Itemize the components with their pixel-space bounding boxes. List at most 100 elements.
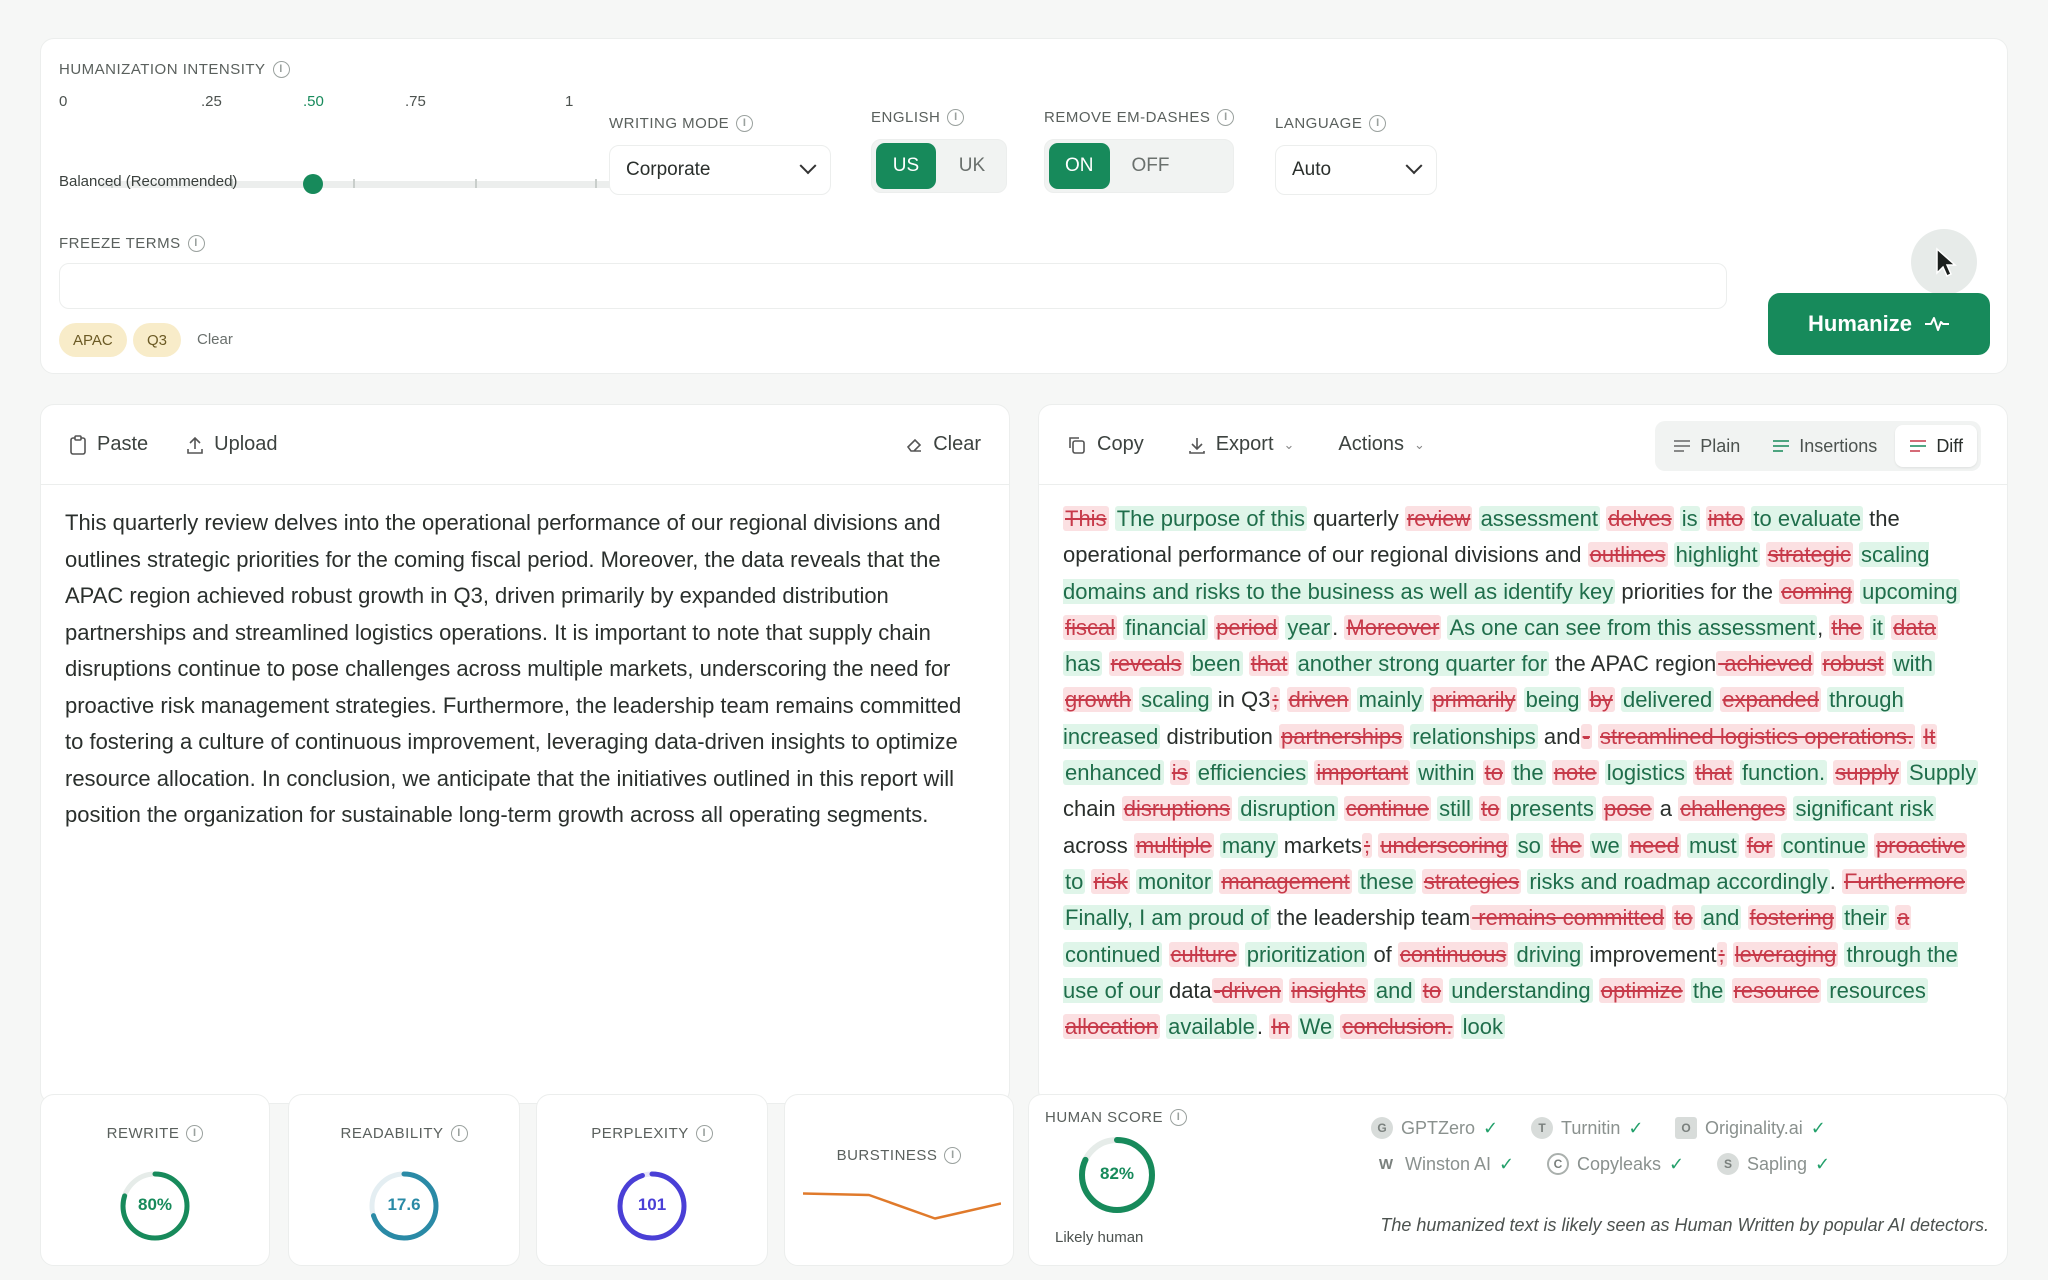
inserted-text: being <box>1523 687 1582 713</box>
perplexity-ring: 101 <box>615 1169 689 1243</box>
tab-diff[interactable]: Diff <box>1895 425 1977 467</box>
detector-copyleaks: C Copyleaks ✓ <box>1547 1153 1684 1175</box>
deleted-text: disruptions <box>1121 796 1233 822</box>
freeze-terms-input[interactable] <box>59 263 1727 309</box>
inserted-text: efficiencies <box>1195 760 1309 786</box>
inserted-text: disruption <box>1238 796 1338 822</box>
tab-plain[interactable]: Plain <box>1659 425 1754 467</box>
info-icon[interactable]: i <box>1369 115 1387 132</box>
clear-input-button[interactable]: Clear <box>905 433 981 456</box>
tab-insertions[interactable]: Insertions <box>1758 425 1891 467</box>
info-icon[interactable]: i <box>695 1125 713 1142</box>
deleted-text: is <box>1169 760 1190 786</box>
info-icon[interactable]: i <box>947 109 965 126</box>
language-select[interactable]: Auto <box>1275 145 1437 195</box>
inserted-text: must <box>1687 832 1739 858</box>
deleted-text: delves <box>1606 506 1674 531</box>
deleted-text: culture <box>1168 941 1239 967</box>
deleted-text: supply <box>1833 760 1901 786</box>
inserted-text: and <box>1700 905 1742 931</box>
detector-originality: O Originality.ai ✓ <box>1675 1117 1826 1139</box>
paste-label: Paste <box>97 433 149 455</box>
info-icon[interactable]: i <box>1217 109 1235 126</box>
deleted-text: risk <box>1091 868 1130 894</box>
info-icon[interactable]: i <box>736 115 754 132</box>
deleted-text: by <box>1587 687 1615 713</box>
actions-dropdown[interactable]: Actions ⌄ <box>1338 433 1425 456</box>
language-label: LANGUAGE i <box>1275 115 1387 132</box>
export-dropdown[interactable]: Export ⌄ <box>1188 433 1294 456</box>
rewrite-value: 80% <box>137 1195 173 1214</box>
inserted-text: driving <box>1514 941 1584 967</box>
writing-mode-select[interactable]: Corporate <box>609 145 831 195</box>
check-icon: ✓ <box>1810 1117 1826 1138</box>
perplexity-stat-card: PERPLEXITY i 101 <box>536 1094 768 1266</box>
inserted-text: continue <box>1780 832 1868 858</box>
copy-button[interactable]: Copy <box>1067 433 1144 456</box>
output-diff-text[interactable]: This The purpose of this quarterly revie… <box>1039 485 2007 1061</box>
check-icon: ✓ <box>1499 1153 1515 1174</box>
writing-mode-label-text: WRITING MODE <box>609 115 730 132</box>
inserted-text: within <box>1416 760 1477 786</box>
deleted-text: In <box>1269 1014 1292 1040</box>
emdash-option-on[interactable]: ON <box>1049 143 1110 189</box>
english-option-uk[interactable]: UK <box>942 143 1002 189</box>
deleted-text: multiple <box>1133 832 1214 858</box>
deleted-text: continuous <box>1397 941 1509 967</box>
freeze-chip[interactable]: APAC <box>59 323 127 357</box>
language-value: Auto <box>1292 159 1332 180</box>
inserted-text: many <box>1219 832 1278 858</box>
detector-sapling: S Sapling ✓ <box>1717 1153 1830 1175</box>
freeze-chip[interactable]: Q3 <box>133 323 182 357</box>
tick-label: 1 <box>565 93 574 110</box>
deleted-text: into <box>1705 506 1746 531</box>
detector-name: Originality.ai <box>1705 1117 1803 1138</box>
human-score-label: HUMAN SCORE i <box>1045 1109 1188 1126</box>
deleted-text: pose <box>1601 796 1654 822</box>
copy-icon <box>1069 436 1085 454</box>
deleted-text: expanded <box>1720 687 1822 713</box>
burstiness-sparkline <box>803 1192 1001 1220</box>
freeze-label-text: FREEZE TERMS <box>59 235 181 252</box>
deleted-text: streamlined logistics operations. <box>1598 723 1916 749</box>
check-icon: ✓ <box>1815 1153 1831 1174</box>
writing-mode-label: WRITING MODE i <box>609 115 754 132</box>
deleted-text: insights <box>1289 977 1368 1003</box>
freeze-clear-link[interactable]: Clear <box>197 331 233 348</box>
input-panel: Paste Upload Clear This quarterly review… <box>40 404 1010 1104</box>
deleted-text: that <box>1693 760 1734 786</box>
inserted-text: continued <box>1063 941 1163 967</box>
inserted-text: has <box>1063 651 1103 677</box>
upload-button[interactable]: Upload <box>186 433 278 456</box>
check-icon: ✓ <box>1483 1117 1499 1138</box>
inserted-text: relationships <box>1410 723 1538 749</box>
english-label-text: ENGLISH <box>871 109 941 126</box>
emdash-option-off[interactable]: OFF <box>1116 143 1186 189</box>
deleted-text: to <box>1672 905 1695 931</box>
info-icon[interactable]: i <box>186 1125 204 1142</box>
humanize-button[interactable]: Humanize <box>1768 293 1990 355</box>
english-option-us[interactable]: US <box>876 143 936 189</box>
tab-insertions-label: Insertions <box>1799 435 1878 456</box>
info-icon[interactable]: i <box>272 61 290 78</box>
clear-label: Clear <box>933 433 981 455</box>
info-icon[interactable]: i <box>1170 1109 1188 1126</box>
info-icon[interactable]: i <box>944 1147 962 1164</box>
deleted-text: the <box>1829 614 1864 640</box>
burstiness-line <box>803 1192 1001 1220</box>
intensity-slider-thumb[interactable] <box>303 174 323 194</box>
deleted-text: ; <box>1716 941 1727 967</box>
copy-label: Copy <box>1097 433 1144 455</box>
inserted-text: so <box>1515 832 1543 858</box>
paste-button[interactable]: Paste <box>69 433 148 456</box>
deleted-text: that <box>1248 651 1290 677</box>
info-icon[interactable]: i <box>187 235 205 252</box>
deleted-text: Furthermore <box>1841 868 1967 894</box>
info-icon[interactable]: i <box>450 1125 468 1142</box>
turnitin-logo-icon: T <box>1531 1117 1553 1139</box>
deleted-text: need <box>1627 832 1681 858</box>
inserted-text: to evaluate <box>1751 506 1864 531</box>
english-toggle: US UK <box>871 139 1007 193</box>
input-textarea[interactable]: This quarterly review delves into the op… <box>41 485 1009 854</box>
deleted-text: continue <box>1343 796 1431 822</box>
